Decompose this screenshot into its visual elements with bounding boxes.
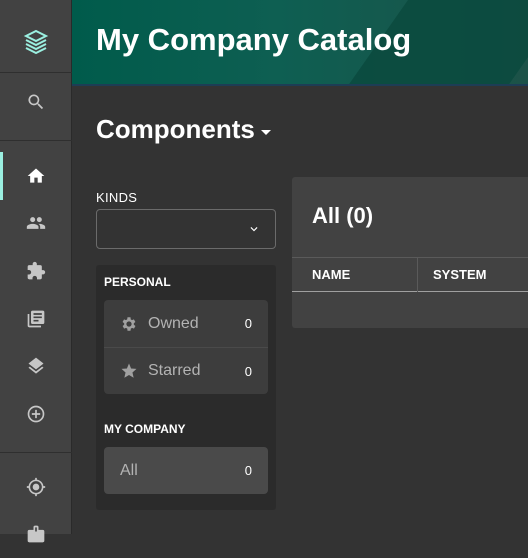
filter-all[interactable]: All 0 [104, 447, 268, 494]
filter-owned-count: 0 [244, 316, 252, 331]
library-books-icon[interactable] [0, 295, 72, 343]
add-circle-icon[interactable] [0, 390, 72, 438]
people-icon[interactable] [0, 199, 72, 247]
sidebar-divider [0, 452, 72, 453]
filter-starred-count: 0 [244, 363, 252, 379]
personal-filter-list: Owned 0 Starred 0 [104, 300, 268, 394]
components-table: All (0) NAME SYSTEM [292, 177, 528, 328]
star-icon [121, 363, 137, 378]
page-title-dropdown[interactable]: Components [96, 114, 271, 145]
caret-down-icon [260, 130, 271, 135]
kinds-label: KINDS [96, 190, 138, 205]
layers-icon[interactable] [0, 342, 72, 390]
search-icon[interactable] [0, 78, 72, 126]
sidebar-nav [0, 0, 72, 543]
filter-starred[interactable]: Starred 0 [104, 347, 268, 394]
sidebar-divider [0, 140, 72, 141]
table-header-row: NAME SYSTEM [292, 257, 528, 292]
filter-all-count: 0 [244, 463, 252, 478]
company-filter-list: All 0 [104, 447, 268, 494]
home-icon[interactable] [0, 152, 72, 200]
filter-owned[interactable]: Owned 0 [104, 300, 268, 347]
column-header-name[interactable]: NAME [312, 267, 350, 282]
badge-icon[interactable] [0, 510, 72, 558]
puzzle-icon[interactable] [0, 247, 72, 295]
sidebar-divider [0, 72, 72, 73]
filter-starred-label: Starred [148, 362, 201, 379]
kinds-select[interactable] [96, 209, 276, 249]
page-title: Components [96, 114, 255, 144]
user-filter-card: PERSONAL Owned 0 Starred 0 MY COMPANY Al… [96, 265, 276, 510]
personal-group-label: PERSONAL [104, 275, 171, 289]
chevron-down-icon [250, 227, 258, 232]
table-title: All (0) [312, 203, 374, 228]
target-icon[interactable] [0, 463, 72, 511]
app-logo[interactable] [22, 28, 50, 56]
header-title: My Company Catalog [96, 22, 412, 57]
filter-all-label: All [120, 461, 138, 479]
gear-icon [122, 316, 136, 331]
page-header: My Company Catalog [72, 0, 528, 86]
filter-owned-label: Owned [148, 314, 199, 332]
column-header-system[interactable]: SYSTEM [433, 267, 486, 282]
company-group-label: MY COMPANY [104, 422, 186, 436]
column-separator [417, 258, 418, 292]
